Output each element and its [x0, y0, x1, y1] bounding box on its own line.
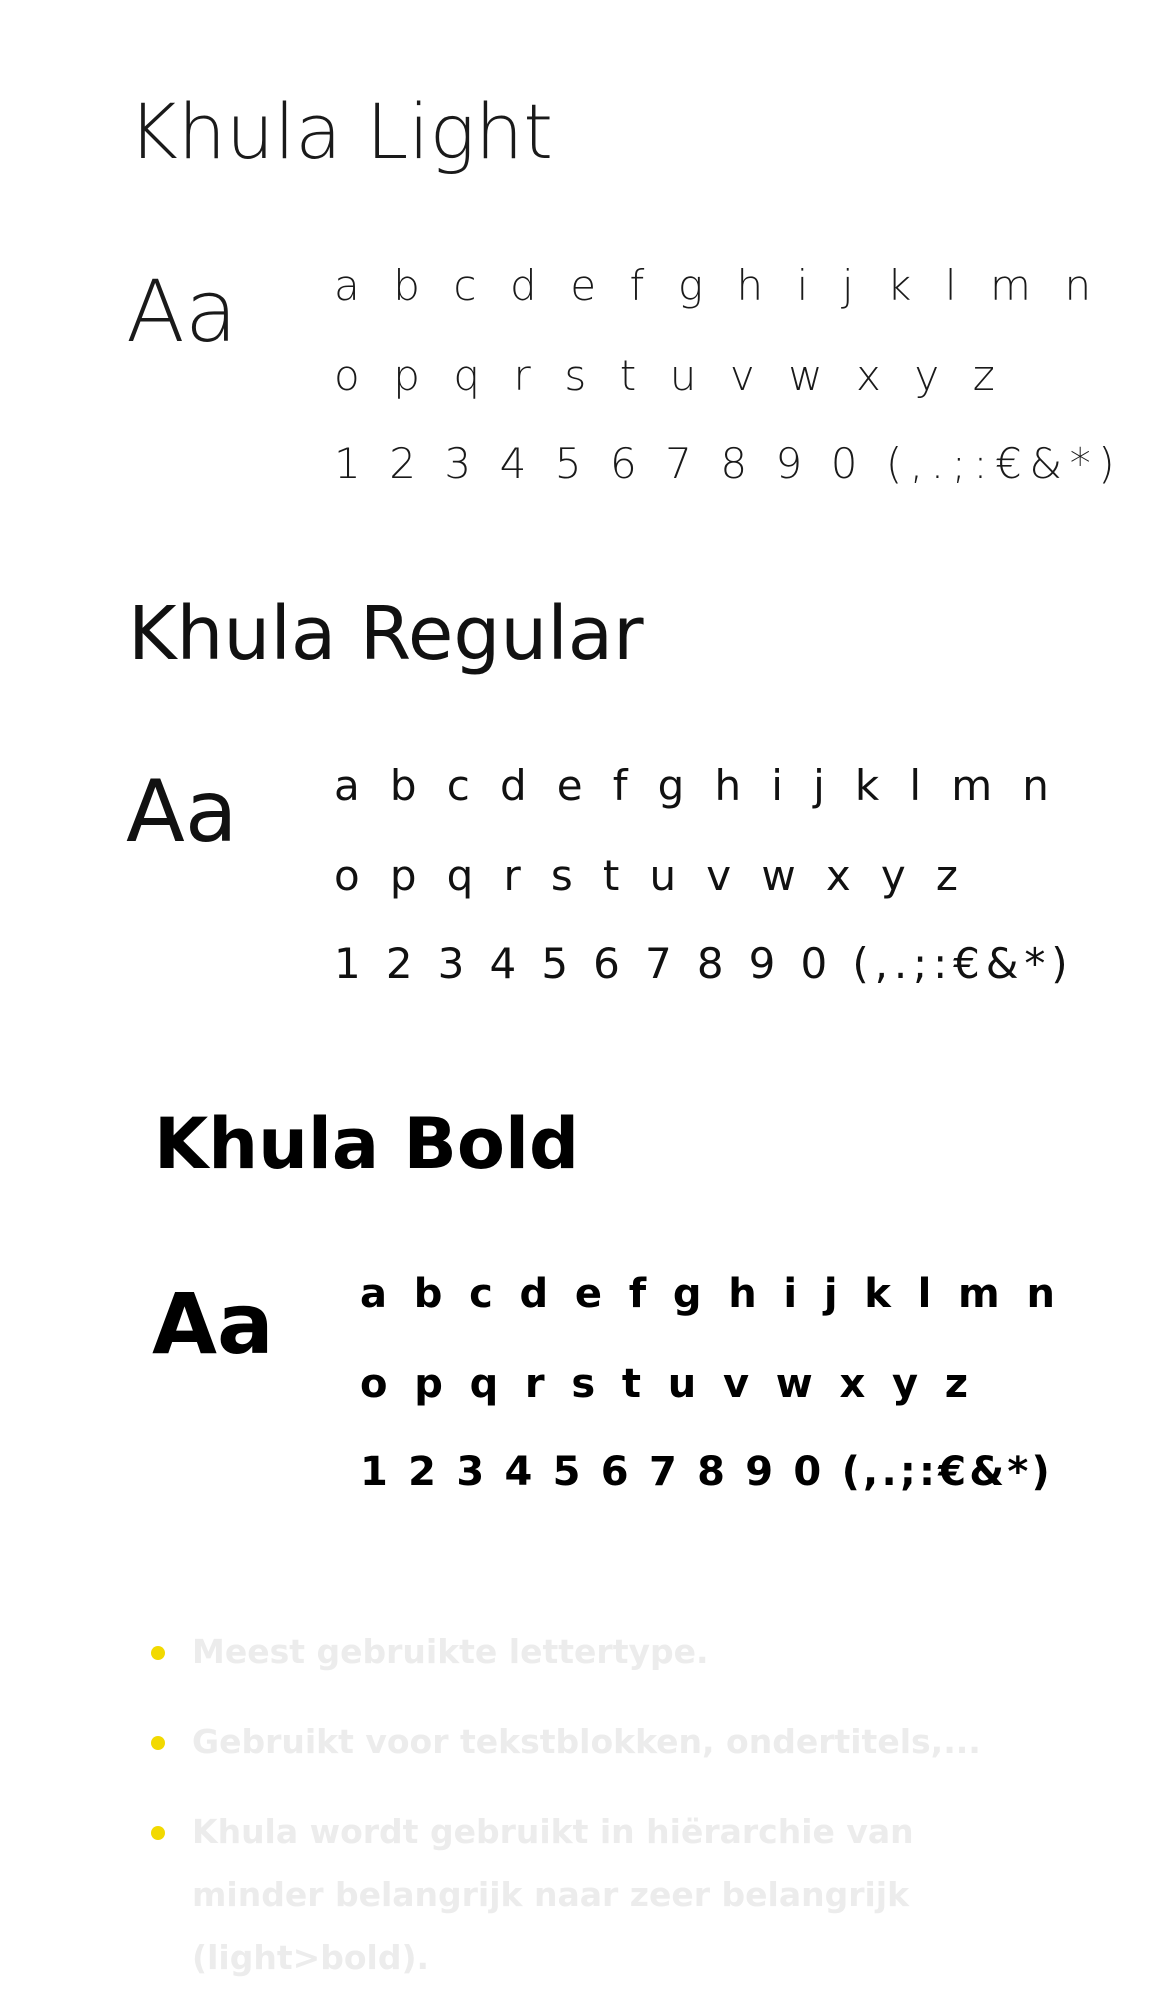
sample-aa: Aa [126, 762, 238, 862]
list-item: Khula wordt gebruikt in hiërarchie van m… [151, 1800, 1056, 1989]
glyph-row-lowercase-1: a b c d e f g h i j k l m n [360, 1271, 1062, 1317]
glyph-row-lowercase-2: o p q r s t u v w x y z [360, 1361, 975, 1407]
bullet-dot-icon [151, 1646, 165, 1660]
list-item-text: Khula wordt gebruikt in hiërarchie van m… [192, 1812, 914, 1977]
glyph-row-lowercase-1: a b c d e f g h i j k l m n [334, 761, 1058, 810]
section-title: Khula Regular [128, 591, 644, 677]
sample-aa: Aa [126, 262, 238, 362]
bullet-dot-icon [151, 1736, 165, 1750]
glyph-row-numerals: 1 2 3 4 5 6 7 8 9 0 (,.;:€&*) [360, 1449, 1053, 1495]
glyph-row-lowercase-1: a b c d e f g h i j k l m n [334, 261, 1102, 310]
list-item: Gebruikt voor tekstblokken, ondertitels,… [151, 1710, 1056, 1773]
bullet-dot-icon [151, 1826, 165, 1840]
glyph-row-numerals: 1 2 3 4 5 6 7 8 9 0 (,.;:€&*) [334, 439, 1123, 488]
list-item-text: Gebruikt voor tekstblokken, ondertitels,… [192, 1722, 981, 1761]
section-title: Khula Light [128, 87, 554, 176]
sample-aa: Aa [152, 1275, 274, 1373]
list-item: Meest gebruikte lettertype. [151, 1620, 1056, 1683]
glyph-row-lowercase-2: o p q r s t u v w x y z [334, 351, 1005, 400]
list-item-text: Meest gebruikte lettertype. [192, 1632, 709, 1671]
glyph-row-numerals: 1 2 3 4 5 6 7 8 9 0 (,.;:€&*) [334, 939, 1074, 988]
section-title: Khula Bold [154, 1103, 580, 1185]
glyph-row-lowercase-2: o p q r s t u v w x y z [334, 851, 967, 900]
